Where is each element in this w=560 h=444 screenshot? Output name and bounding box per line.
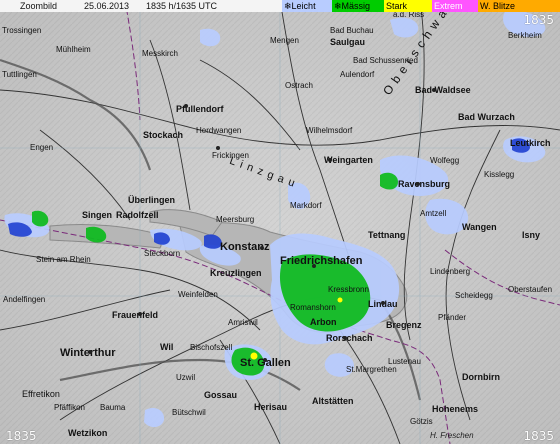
place-label: Mühlheim (56, 45, 91, 54)
place-label: Überlingen (128, 195, 175, 205)
corner-label-top-right: 1835 (523, 13, 554, 27)
place-label: Hohenems (432, 404, 478, 414)
legend-extrem: Extrem (432, 0, 478, 12)
place-label: Gossau (204, 390, 237, 400)
place-label: Bischofszell (190, 343, 232, 352)
place-label: Singen (82, 210, 112, 220)
map-container: Linzgau Oberschwaben Trossingen Mühlheim… (0, 0, 560, 444)
place-label: Andelfingen (3, 295, 45, 304)
place-label: Amtzell (420, 209, 446, 218)
place-label: St.Margrethen (346, 365, 397, 374)
legend-massig: ❄Mässig (332, 0, 384, 12)
legend-blitze: W. Blitze (478, 0, 560, 12)
time-label: 1835 h/1635 UTC (146, 1, 218, 11)
place-label: Stein am Rhein (36, 255, 91, 264)
place-label: Romanshorn (290, 303, 336, 312)
place-label: Arbon (310, 317, 337, 327)
place-label: Herisau (254, 402, 287, 412)
place-label: Frickingen (212, 151, 249, 160)
place-label: Bauma (100, 403, 126, 412)
place-label: Bütschwil (172, 408, 206, 417)
place-label: Pfäffikon (54, 403, 85, 412)
place-label: Dornbirn (462, 372, 500, 382)
place-label: Stockach (143, 130, 183, 140)
place-label: Engen (30, 143, 53, 152)
place-label: Wangen (462, 222, 497, 232)
place-label: Bad Waldsee (415, 85, 471, 95)
place-label: Kressbronn (328, 285, 369, 294)
place-label: Ravensburg (398, 179, 450, 189)
place-label: Bad Wurzach (458, 112, 515, 122)
place-label: Altstätten (312, 396, 354, 406)
date-label: 25.06.2013 (84, 1, 130, 11)
place-label: Berkheim (508, 31, 542, 40)
place-label: Bregenz (386, 320, 422, 330)
place-label: Isny (522, 230, 540, 240)
place-label: Trossingen (2, 26, 41, 35)
place-label: Lindenberg (430, 267, 470, 276)
place-label: Uzwil (176, 373, 195, 382)
place-label: Leutkirch (510, 138, 551, 148)
corner-label-bottom-right: 1835 (523, 429, 554, 443)
snowflake-icon: ❄ (334, 1, 342, 11)
snowflake-icon: ❄ (284, 1, 292, 11)
place-label: Markdorf (290, 201, 322, 210)
place-label: Aulendorf (340, 70, 375, 79)
place-label: Oberstaufen (508, 285, 552, 294)
place-label: Amriswil (228, 318, 258, 327)
place-label: Effretikon (22, 389, 60, 399)
place-label: Bad Buchau (330, 26, 374, 35)
place-label: Steckborn (144, 249, 180, 258)
place-label: Pfänder (438, 313, 466, 322)
legend-leicht: ❄Leicht (282, 0, 332, 12)
place-label: Wetzikon (68, 428, 107, 438)
place-label: Kreuzlingen (210, 268, 262, 278)
relief-map: Linzgau Oberschwaben Trossingen Mühlheim… (0, 0, 560, 444)
place-label: Scheidegg (455, 291, 493, 300)
place-label: Radolfzell (116, 210, 159, 220)
place-label: Winterthur (60, 347, 116, 359)
place-label: Wolfegg (430, 156, 459, 165)
place-label: Bad Schussenried (353, 56, 418, 65)
place-label: Herdwangen (196, 126, 241, 135)
place-label: Pfullendorf (176, 104, 224, 114)
zoom-label: Zoombild (20, 1, 58, 11)
place-label: Rorschach (326, 333, 373, 343)
place-label: Friedrichshafen (280, 255, 363, 267)
place-label: Meersburg (216, 215, 254, 224)
credit-text: H. Freschen (430, 431, 474, 440)
corner-label-bottom-left: 1835 (6, 429, 37, 443)
place-label: Kisslegg (484, 170, 514, 179)
place-label: Wil (160, 342, 173, 352)
place-label: Tuttlingen (2, 70, 37, 79)
place-label: Frauenfeld (112, 310, 158, 320)
place-label: Götzis (410, 417, 433, 426)
place-label: Ostrach (285, 81, 313, 90)
place-label: Messkirch (142, 49, 178, 58)
place-label: Tettnang (368, 230, 405, 240)
legend-stark: Stark (384, 0, 432, 12)
place-label: Saulgau (330, 37, 365, 47)
place-label: Wilhelmsdorf (306, 126, 353, 135)
place-label: Weinfelden (178, 290, 218, 299)
place-label: Mengen (270, 36, 299, 45)
